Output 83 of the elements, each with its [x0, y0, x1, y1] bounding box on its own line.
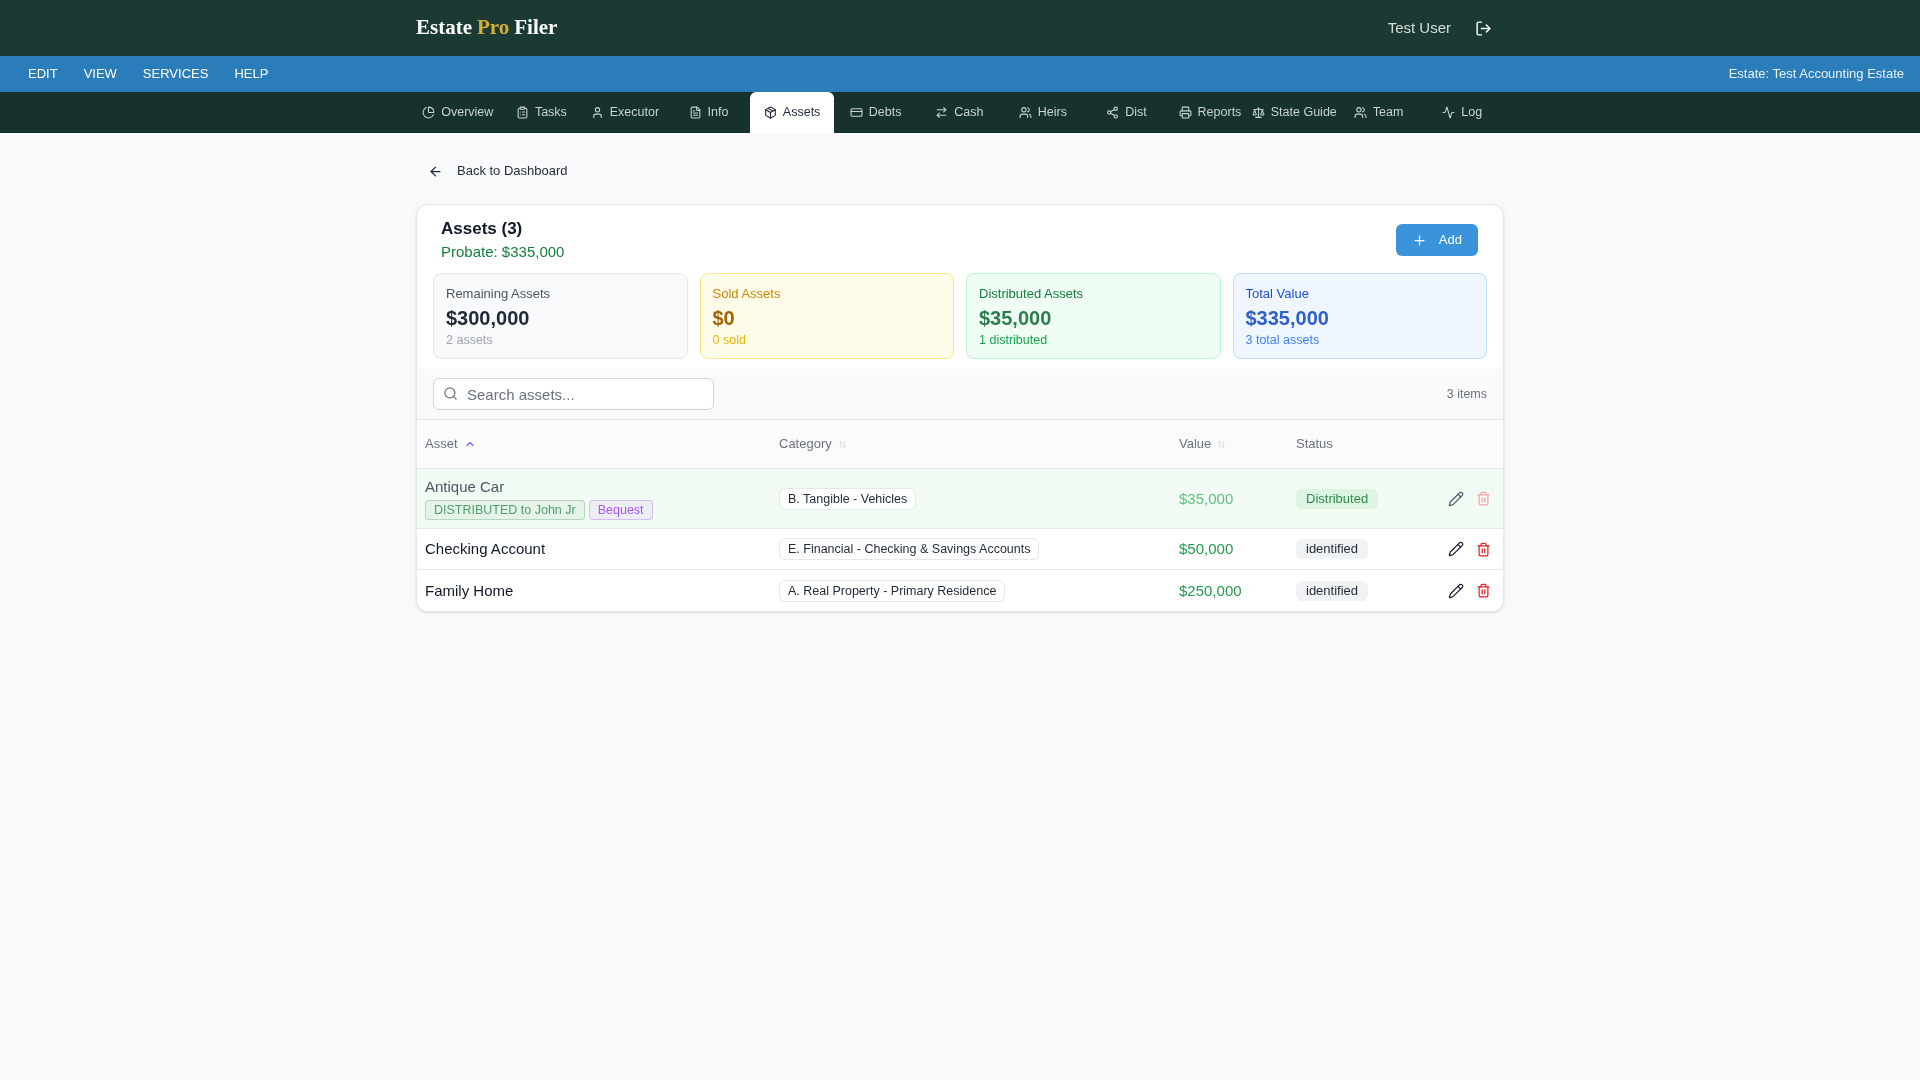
trash-icon	[1476, 541, 1491, 557]
back-link[interactable]: Back to Dashboard	[428, 161, 568, 181]
asset-value: $50,000	[1179, 540, 1234, 557]
stat-value: $335,000	[1245, 306, 1330, 331]
share-icon	[1106, 106, 1120, 119]
stat-note: 2 assets	[446, 332, 494, 348]
user-name: Test User	[1387, 17, 1451, 38]
menu-item[interactable]: VIEW	[83, 64, 117, 84]
status-badge: identified	[1296, 539, 1369, 559]
delete-button[interactable]	[1476, 583, 1491, 598]
tab[interactable]: Overview	[416, 92, 500, 133]
plus-icon	[1411, 232, 1427, 248]
tab[interactable]: Cash	[917, 92, 1002, 133]
asset-value: $35,000	[1179, 489, 1234, 507]
logout-button[interactable]	[1475, 19, 1492, 37]
stat-note: 1 distributed	[979, 332, 1049, 348]
tab[interactable]: Dist	[1084, 92, 1169, 133]
edit-button[interactable]	[1448, 490, 1464, 507]
person-icon	[590, 106, 604, 119]
tab[interactable]: Heirs	[1001, 92, 1085, 133]
trash-icon	[1476, 583, 1491, 598]
stat-note: 3 total assets	[1245, 332, 1321, 348]
card-icon	[849, 106, 863, 119]
stat-value: $0	[712, 306, 736, 331]
item-count: 3 items	[1446, 385, 1487, 403]
asset-name: Family Home	[425, 580, 515, 601]
pencil-icon	[1448, 541, 1464, 557]
column-header: Status	[1296, 435, 1333, 454]
edit-button[interactable]	[1448, 582, 1464, 599]
trash-icon	[1476, 491, 1491, 506]
stat-label: Remaining Assets	[446, 285, 552, 303]
clipboard-icon	[515, 106, 529, 119]
tab[interactable]: Executor	[583, 92, 667, 133]
tab[interactable]: Log	[1420, 92, 1504, 133]
logo: Estate Pro Filer	[416, 14, 558, 42]
logout-icon	[1475, 19, 1492, 37]
pencil-icon	[1448, 490, 1464, 507]
column-header[interactable]: Category	[779, 434, 832, 454]
tab[interactable]: Team	[1336, 92, 1421, 133]
delete-button[interactable]	[1476, 541, 1491, 557]
pulse-icon	[1442, 106, 1456, 119]
people-icon	[1353, 106, 1367, 119]
category-tag: E. Financial - Checking & Savings Accounts	[779, 538, 1040, 560]
stat-value: $35,000	[979, 306, 1053, 331]
swap-arrows-icon	[935, 106, 949, 119]
asset-name: Checking Account	[425, 539, 547, 559]
stat-note: 0 sold	[712, 332, 747, 348]
scale-icon	[1251, 106, 1265, 119]
status-badge: identified	[1296, 580, 1369, 601]
edit-button[interactable]	[1448, 541, 1464, 557]
status-badge: Distributed	[1296, 488, 1379, 509]
asset-value: $250,000	[1179, 581, 1242, 599]
category-tag: A. Real Property - Primary Residence	[779, 579, 1006, 602]
menu-item[interactable]: EDIT	[28, 64, 58, 84]
tab[interactable]: State Guide	[1251, 92, 1337, 133]
tab[interactable]: Assets	[750, 92, 834, 133]
category-tag: B. Tangible - Vehicles	[779, 487, 917, 510]
asset-tag: DISTRIBUTED to John Jr	[425, 500, 585, 520]
box-icon	[763, 106, 777, 119]
stat-label: Total Value	[1245, 285, 1310, 303]
probate-total: Probate: $335,000	[441, 242, 565, 262]
column-header[interactable]: Asset	[425, 434, 458, 454]
asset-name: Antique Car	[425, 477, 506, 497]
document-icon	[688, 106, 702, 119]
pie-chart-icon	[422, 106, 436, 119]
stat-label: Sold Assets	[712, 285, 782, 303]
estate-label: Estate: Test Accounting Estate	[1728, 65, 1904, 84]
tab[interactable]: Debts	[833, 92, 918, 133]
stat-label: Distributed Assets	[979, 285, 1085, 303]
tab[interactable]: Tasks	[499, 92, 584, 133]
asset-tag: Bequest	[588, 500, 653, 520]
people-icon	[1018, 106, 1032, 119]
menu-item[interactable]: SERVICES	[142, 64, 209, 84]
search-field[interactable]: Search assets...	[433, 378, 714, 410]
column-header[interactable]: Value	[1179, 434, 1212, 454]
panel-title: Assets (3)	[441, 218, 524, 240]
search-icon	[443, 386, 458, 401]
pencil-icon	[1448, 582, 1464, 599]
stat-value: $300,000	[446, 306, 531, 331]
menu-item[interactable]: HELP	[234, 64, 269, 84]
tab[interactable]: Reports	[1168, 92, 1252, 133]
tab[interactable]: Info	[666, 92, 751, 133]
printer-icon	[1178, 106, 1192, 119]
